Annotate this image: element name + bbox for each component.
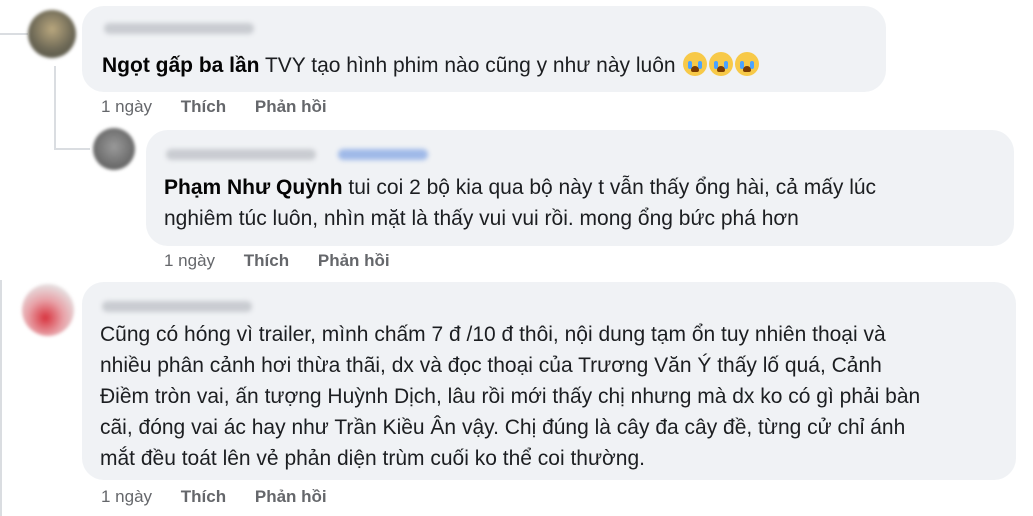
author-name[interactable] xyxy=(166,149,316,160)
avatar[interactable] xyxy=(22,284,74,336)
timestamp[interactable]: 1 ngày xyxy=(164,251,215,271)
author-name[interactable] xyxy=(104,23,254,34)
comment-text: Điềm tròn vai, ấn tượng Huỳnh Dịch, lâu … xyxy=(100,385,921,408)
crying-face-icon xyxy=(709,52,734,76)
author-badge[interactable] xyxy=(338,149,428,160)
comment-bubble: Cũng có hóng vì trailer, mình chấm 7 đ /… xyxy=(82,282,1016,480)
like-button[interactable]: Thích xyxy=(181,487,226,507)
reply-button[interactable]: Phản hồi xyxy=(255,487,327,507)
comment-body: tui coi 2 bộ kia qua bộ này t vẫn thấy ổ… xyxy=(342,176,877,199)
comment-text: nghiêm túc luôn, nhìn mặt là thấy vui vu… xyxy=(164,207,799,230)
comment-text: mắt đều toát lên vẻ phản diện trùm cuối … xyxy=(100,447,645,470)
avatar[interactable] xyxy=(28,10,76,58)
comment-bubble: Ngọt gấp ba lần TVY tạo hình phim nào cũ… xyxy=(82,6,886,92)
comment-body: TVY tạo hình phim nào cũng y như này luô… xyxy=(259,54,676,77)
thread-line xyxy=(0,33,28,35)
comment-actions: 1 ngày Thích Phản hồi xyxy=(101,97,351,117)
comment-actions: 1 ngày Thích Phản hồi xyxy=(101,487,351,507)
comment-bubble: Phạm Như Quỳnh tui coi 2 bộ kia qua bộ n… xyxy=(146,130,1014,246)
comment-actions: 1 ngày Thích Phản hồi xyxy=(164,251,414,271)
comment-text: Ngọt gấp ba lần TVY tạo hình phim nào cũ… xyxy=(102,50,760,81)
reply-button[interactable]: Phản hồi xyxy=(255,97,327,117)
avatar[interactable] xyxy=(93,128,135,170)
author-name[interactable] xyxy=(102,301,252,312)
like-button[interactable]: Thích xyxy=(244,251,289,271)
reply-button[interactable]: Phản hồi xyxy=(318,251,390,271)
thread-line xyxy=(0,280,2,516)
crying-face-icon xyxy=(683,52,708,76)
comment-text: Cũng có hóng vì trailer, mình chấm 7 đ /… xyxy=(100,323,886,346)
like-button[interactable]: Thích xyxy=(181,97,226,117)
timestamp[interactable]: 1 ngày xyxy=(101,97,152,117)
comment-text: nhiều phân cảnh hơi thừa thãi, dx và đọc… xyxy=(100,354,882,377)
mentioned-user-link[interactable]: Phạm Như Quỳnh xyxy=(164,176,343,199)
comment-text: Phạm Như Quỳnh tui coi 2 bộ kia qua bộ n… xyxy=(164,172,876,203)
timestamp[interactable]: 1 ngày xyxy=(101,487,152,507)
thread-line xyxy=(54,66,56,150)
crying-face-icon xyxy=(735,52,760,76)
comment-text: cãi, đóng vai ác hay như Trần Kiều Ân vậ… xyxy=(100,416,906,439)
thread-line xyxy=(54,148,90,150)
comment-highlight: Ngọt gấp ba lần xyxy=(102,54,260,77)
